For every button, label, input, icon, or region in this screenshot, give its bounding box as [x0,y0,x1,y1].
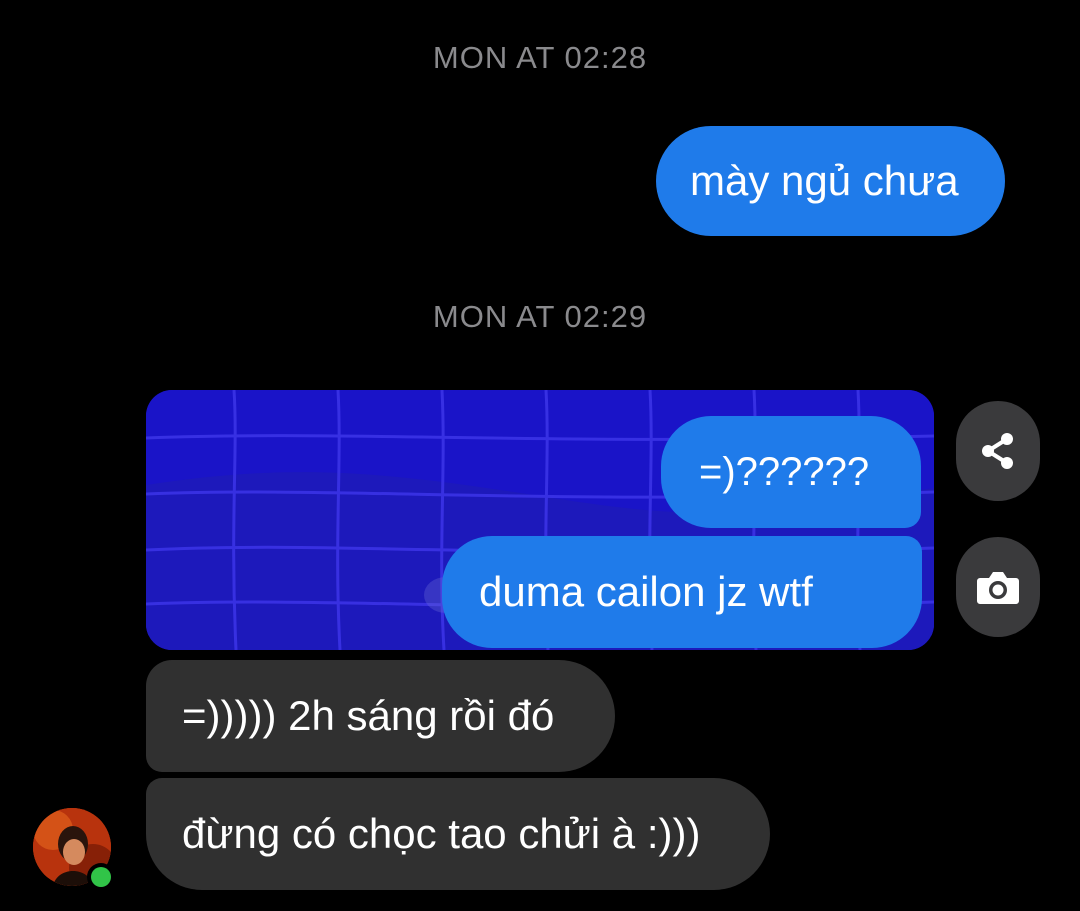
message-text: đừng có chọc tao chửi à :))) [182,810,701,857]
outgoing-message[interactable]: mày ngủ chưa [656,126,1005,236]
message-text: duma cailon jz wtf [479,568,813,615]
message-text: =))))) 2h sáng rồi đó [182,692,555,739]
timestamp: MON AT 02:29 [432,299,648,334]
incoming-message[interactable]: =))))) 2h sáng rồi đó [146,660,615,772]
outgoing-message[interactable]: duma cailon jz wtf [442,536,922,648]
message-text: =)?????? [699,449,870,494]
camera-button[interactable] [956,537,1040,637]
online-status-indicator [91,867,111,887]
outgoing-message[interactable]: =)?????? [661,416,921,528]
timestamp: MON AT 02:28 [432,40,648,75]
message-text: mày ngủ chưa [690,157,959,204]
camera-icon [977,572,1019,604]
share-button[interactable] [956,401,1040,501]
incoming-message[interactable]: đừng có chọc tao chửi à :))) [146,778,770,890]
share-icon [982,433,1013,469]
